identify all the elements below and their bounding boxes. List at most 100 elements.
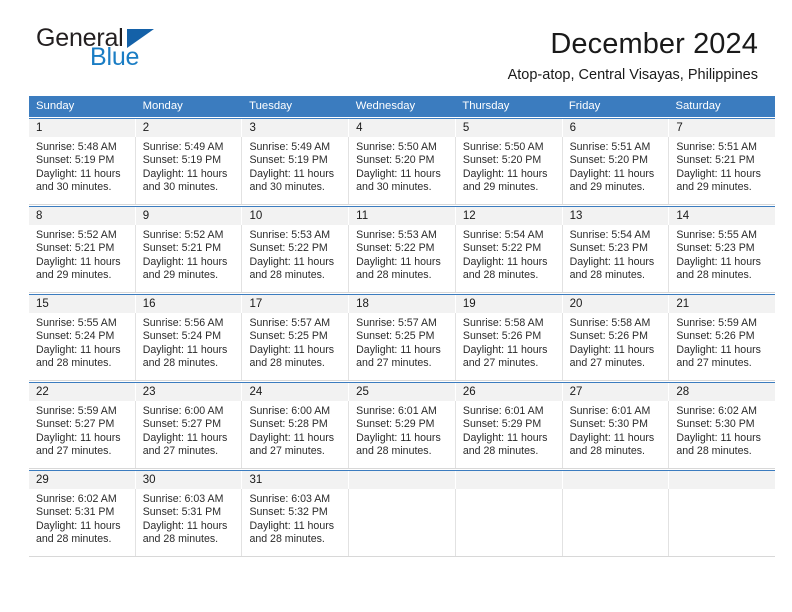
day-number[interactable]: 17 (242, 295, 350, 313)
sunrise-text: Sunrise: 5:55 AM (36, 317, 117, 329)
day-number[interactable]: 15 (29, 295, 136, 313)
calendar-week-row: 29 30 31 Sunrise: 6:02 AM Sunset: 5:31 P… (29, 470, 776, 557)
day-cell[interactable]: Sunrise: 5:50 AM Sunset: 5:20 PM Dayligh… (349, 137, 456, 204)
calendar-page: General Blue December 2024 Atop-atop, Ce… (0, 0, 792, 612)
daylight-text-line1: Daylight: 11 hours (676, 167, 761, 180)
day-number[interactable]: 30 (136, 471, 243, 489)
day-number[interactable]: 6 (563, 119, 670, 137)
day-cell[interactable]: Sunrise: 6:02 AM Sunset: 5:30 PM Dayligh… (669, 401, 775, 468)
week-detail-row: Sunrise: 5:55 AM Sunset: 5:24 PM Dayligh… (29, 313, 775, 381)
day-number[interactable]: 18 (349, 295, 456, 313)
sunset-text: Sunset: 5:28 PM (249, 418, 328, 431)
day-number[interactable]: 2 (136, 119, 243, 137)
day-cell[interactable]: Sunrise: 5:58 AM Sunset: 5:26 PM Dayligh… (456, 313, 563, 380)
day-number[interactable]: 25 (349, 383, 456, 401)
day-cell[interactable]: Sunrise: 5:53 AM Sunset: 5:22 PM Dayligh… (242, 225, 350, 292)
day-number[interactable]: 28 (669, 383, 775, 401)
day-cell[interactable]: Sunrise: 5:52 AM Sunset: 5:21 PM Dayligh… (29, 225, 136, 292)
sunrise-text: Sunrise: 5:58 AM (569, 317, 651, 329)
week-daynumber-row: 22 23 24 25 26 27 28 (29, 383, 775, 401)
daylight-text-line2: and 28 minutes. (36, 532, 112, 545)
day-cell-empty (349, 489, 456, 556)
day-number[interactable]: 23 (136, 383, 243, 401)
day-number[interactable]: 3 (242, 119, 350, 137)
sunrise-text: Sunrise: 5:51 AM (676, 141, 757, 153)
day-number[interactable]: 5 (456, 119, 563, 137)
calendar-table: Sunday Monday Tuesday Wednesday Thursday… (29, 96, 776, 557)
day-number[interactable]: 27 (563, 383, 670, 401)
day-number[interactable]: 26 (456, 383, 563, 401)
sunrise-text: Sunrise: 6:02 AM (36, 493, 117, 505)
day-cell-empty (563, 489, 670, 556)
day-cell[interactable]: Sunrise: 5:56 AM Sunset: 5:24 PM Dayligh… (136, 313, 243, 380)
sunrise-text: Sunrise: 6:01 AM (356, 405, 437, 417)
sunrise-text: Sunrise: 5:58 AM (462, 317, 544, 329)
day-number[interactable]: 24 (242, 383, 350, 401)
day-number[interactable]: 29 (29, 471, 136, 489)
day-cell[interactable]: Sunrise: 6:01 AM Sunset: 5:30 PM Dayligh… (563, 401, 670, 468)
day-number[interactable]: 31 (242, 471, 350, 489)
daylight-text-line2: and 29 minutes. (676, 180, 752, 193)
day-cell[interactable]: Sunrise: 5:57 AM Sunset: 5:25 PM Dayligh… (349, 313, 456, 380)
day-cell[interactable]: Sunrise: 5:52 AM Sunset: 5:21 PM Dayligh… (136, 225, 243, 292)
day-cell[interactable]: Sunrise: 5:55 AM Sunset: 5:24 PM Dayligh… (29, 313, 136, 380)
day-cell[interactable]: Sunrise: 5:53 AM Sunset: 5:22 PM Dayligh… (349, 225, 456, 292)
day-number[interactable]: 7 (669, 119, 775, 137)
daylight-text-line1: Daylight: 11 hours (569, 343, 655, 356)
daylight-text-line1: Daylight: 11 hours (142, 343, 228, 356)
day-cell[interactable]: Sunrise: 5:57 AM Sunset: 5:25 PM Dayligh… (242, 313, 350, 380)
day-cell[interactable]: Sunrise: 6:00 AM Sunset: 5:28 PM Dayligh… (242, 401, 350, 468)
daylight-text-line2: and 28 minutes. (462, 268, 539, 281)
day-number[interactable]: 20 (563, 295, 670, 313)
day-cell[interactable]: Sunrise: 5:54 AM Sunset: 5:23 PM Dayligh… (563, 225, 670, 292)
day-cell[interactable]: Sunrise: 5:55 AM Sunset: 5:23 PM Dayligh… (669, 225, 775, 292)
day-cell[interactable]: Sunrise: 5:51 AM Sunset: 5:20 PM Dayligh… (563, 137, 670, 204)
day-cell[interactable]: Sunrise: 5:59 AM Sunset: 5:27 PM Dayligh… (29, 401, 136, 468)
week-daynumber-row: 8 9 10 11 12 13 14 (29, 207, 775, 225)
sunset-text: Sunset: 5:22 PM (249, 242, 328, 255)
sunset-text: Sunset: 5:21 PM (142, 242, 222, 255)
day-cell[interactable]: Sunrise: 6:03 AM Sunset: 5:31 PM Dayligh… (136, 489, 243, 556)
daylight-text-line2: and 28 minutes. (676, 268, 752, 281)
day-cell[interactable]: Sunrise: 5:48 AM Sunset: 5:19 PM Dayligh… (29, 137, 136, 204)
daylight-text-line1: Daylight: 11 hours (462, 167, 548, 180)
day-cell[interactable]: Sunrise: 5:59 AM Sunset: 5:26 PM Dayligh… (669, 313, 775, 380)
day-number[interactable]: 22 (29, 383, 136, 401)
day-cell[interactable]: Sunrise: 5:54 AM Sunset: 5:22 PM Dayligh… (456, 225, 563, 292)
day-cell[interactable]: Sunrise: 5:58 AM Sunset: 5:26 PM Dayligh… (563, 313, 670, 380)
day-number[interactable]: 12 (456, 207, 563, 225)
day-number[interactable]: 10 (242, 207, 350, 225)
day-cell[interactable]: Sunrise: 5:51 AM Sunset: 5:21 PM Dayligh… (669, 137, 775, 204)
day-number[interactable]: 1 (29, 119, 136, 137)
day-number[interactable]: 9 (136, 207, 243, 225)
day-number[interactable]: 8 (29, 207, 136, 225)
daylight-text-line1: Daylight: 11 hours (36, 343, 121, 356)
day-cell[interactable]: Sunrise: 6:01 AM Sunset: 5:29 PM Dayligh… (456, 401, 563, 468)
day-number[interactable]: 19 (456, 295, 563, 313)
weekday-header-friday: Friday (568, 100, 601, 112)
daylight-text-line2: and 30 minutes. (356, 180, 432, 193)
day-number[interactable]: 14 (669, 207, 775, 225)
generalblue-logo[interactable]: General Blue (30, 26, 220, 78)
day-cell[interactable]: Sunrise: 5:49 AM Sunset: 5:19 PM Dayligh… (242, 137, 350, 204)
day-number[interactable]: 21 (669, 295, 775, 313)
page-subtitle: Atop-atop, Central Visayas, Philippines (507, 67, 758, 84)
weekday-header-thursday: Thursday (462, 100, 510, 112)
day-cell[interactable]: Sunrise: 6:02 AM Sunset: 5:31 PM Dayligh… (29, 489, 136, 556)
day-number[interactable]: 4 (349, 119, 456, 137)
sunrise-text: Sunrise: 5:57 AM (356, 317, 437, 329)
day-number[interactable]: 11 (349, 207, 456, 225)
calendar-week-row: 15 16 17 18 19 20 21 Sunrise: 5:55 AM Su… (29, 294, 775, 381)
title-block: December 2024 Atop-atop, Central Visayas… (220, 26, 758, 85)
day-cell[interactable]: Sunrise: 5:50 AM Sunset: 5:20 PM Dayligh… (456, 137, 563, 204)
sunrise-text: Sunrise: 6:00 AM (249, 405, 331, 417)
sunset-text: Sunset: 5:25 PM (249, 330, 328, 343)
day-cell[interactable]: Sunrise: 6:03 AM Sunset: 5:32 PM Dayligh… (242, 489, 350, 556)
daylight-text-line2: and 28 minutes. (249, 356, 325, 369)
daylight-text-line2: and 28 minutes. (142, 532, 219, 545)
day-cell[interactable]: Sunrise: 6:01 AM Sunset: 5:29 PM Dayligh… (349, 401, 456, 468)
day-cell[interactable]: Sunrise: 5:49 AM Sunset: 5:19 PM Dayligh… (136, 137, 243, 204)
day-number[interactable]: 16 (136, 295, 243, 313)
day-cell[interactable]: Sunrise: 6:00 AM Sunset: 5:27 PM Dayligh… (136, 401, 243, 468)
day-number[interactable]: 13 (563, 207, 670, 225)
